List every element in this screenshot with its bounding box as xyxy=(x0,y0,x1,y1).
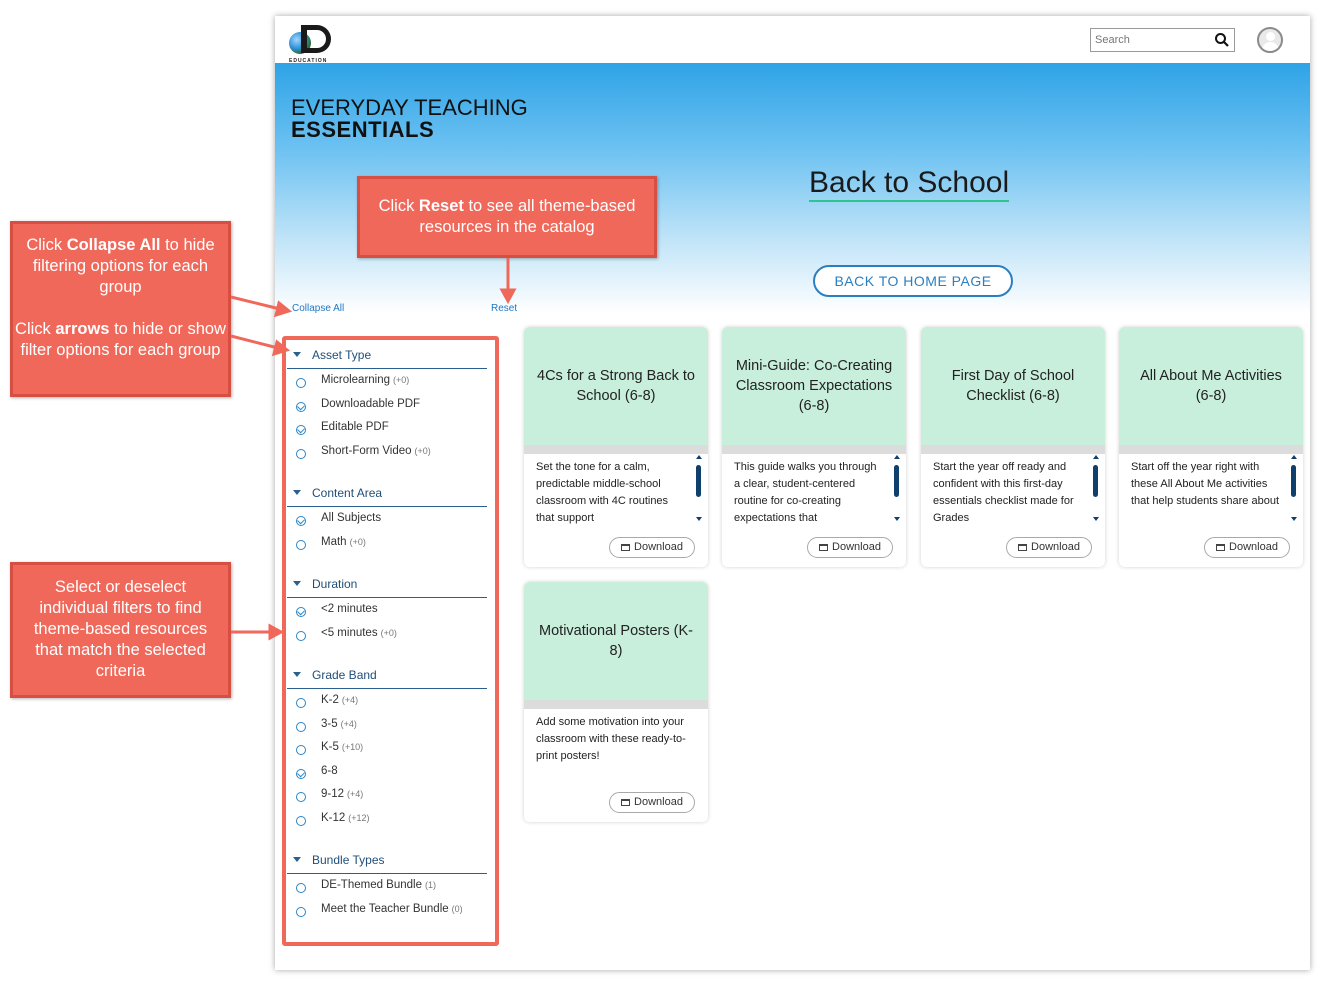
card-divider xyxy=(1119,445,1303,454)
back-to-home-button[interactable]: BACK TO HOME PAGE xyxy=(813,265,1013,297)
select-filters-callout: Select or deselect individual filters to… xyxy=(10,562,231,698)
discovery-education-logo[interactable]: EDUCATION xyxy=(287,22,339,64)
card-divider xyxy=(524,700,708,709)
scroll-thumb[interactable] xyxy=(1093,465,1098,497)
card-title[interactable]: 4Cs for a Strong Back to School (6-8) xyxy=(524,327,708,445)
download-button[interactable]: Download xyxy=(1006,537,1092,558)
card-title[interactable]: All About Me Activities (6-8) xyxy=(1119,327,1303,445)
brand-wordmark: EVERYDAY TEACHING ESSENTIALS xyxy=(291,95,528,142)
d-letter-logo xyxy=(301,25,331,53)
scroll-down-icon[interactable] xyxy=(1093,517,1099,521)
card-description: Add some motivation into your classroom … xyxy=(536,716,686,762)
search-icon[interactable] xyxy=(1214,32,1230,48)
download-icon xyxy=(1018,544,1028,551)
search-input[interactable] xyxy=(1095,30,1215,50)
download-button[interactable]: Download xyxy=(609,792,695,813)
card-divider xyxy=(524,445,708,454)
resource-card[interactable]: First Day of School Checklist (6-8) Start… xyxy=(921,327,1105,567)
scroll-up-icon[interactable] xyxy=(894,455,900,459)
page-title: Back to School xyxy=(809,166,1010,202)
description-scrollbar[interactable] xyxy=(1092,454,1100,522)
scroll-down-icon[interactable] xyxy=(1291,517,1297,521)
download-icon xyxy=(621,544,631,551)
download-icon xyxy=(819,544,829,551)
user-avatar-icon[interactable] xyxy=(1257,27,1283,53)
scroll-thumb[interactable] xyxy=(894,465,899,497)
scroll-down-icon[interactable] xyxy=(696,517,702,521)
card-title[interactable]: Mini-Guide: Co-Creating Classroom Expect… xyxy=(722,327,906,445)
scroll-down-icon[interactable] xyxy=(894,517,900,521)
download-button[interactable]: Download xyxy=(609,537,695,558)
card-divider xyxy=(722,445,906,454)
resource-card[interactable]: All About Me Activities (6-8) Start off t… xyxy=(1119,327,1303,567)
description-scrollbar[interactable] xyxy=(695,454,703,522)
resource-card[interactable]: 4Cs for a Strong Back to School (6-8) Set… xyxy=(524,327,708,567)
download-button[interactable]: Download xyxy=(1204,537,1290,558)
scroll-up-icon[interactable] xyxy=(1093,455,1099,459)
scroll-thumb[interactable] xyxy=(1291,465,1296,497)
download-icon xyxy=(621,799,631,806)
reset-link[interactable]: Reset xyxy=(491,303,517,314)
card-divider xyxy=(921,445,1105,454)
collapse-all-link[interactable]: Collapse All xyxy=(292,303,344,314)
download-icon xyxy=(1216,544,1226,551)
description-scrollbar[interactable] xyxy=(1290,454,1298,522)
search-box[interactable] xyxy=(1090,28,1235,52)
resource-card[interactable]: Mini-Guide: Co-Creating Classroom Expect… xyxy=(722,327,906,567)
card-title[interactable]: First Day of School Checklist (6-8) xyxy=(921,327,1105,445)
scroll-thumb[interactable] xyxy=(696,465,701,497)
reset-callout: Click Reset to see all theme-based resou… xyxy=(357,176,657,258)
card-title[interactable]: Motivational Posters (K-8) xyxy=(524,582,708,700)
top-bar: EDUCATION xyxy=(275,16,1310,64)
card-description: Start off the year right with these All … xyxy=(1119,454,1303,526)
scroll-up-icon[interactable] xyxy=(696,455,702,459)
collapse-callout: Click Collapse All to hide filtering opt… xyxy=(10,221,231,397)
download-button[interactable]: Download xyxy=(807,537,893,558)
card-description: This guide walks you through a clear, st… xyxy=(722,454,906,526)
card-description: Start the year off ready and confident w… xyxy=(921,454,1105,526)
description-scrollbar[interactable] xyxy=(893,454,901,522)
scroll-up-icon[interactable] xyxy=(1291,455,1297,459)
filter-highlight-box xyxy=(282,336,499,946)
card-description: Set the tone for a calm, predictable mid… xyxy=(524,454,708,526)
resource-card[interactable]: Motivational Posters (K-8) Add some motiv… xyxy=(524,582,708,822)
